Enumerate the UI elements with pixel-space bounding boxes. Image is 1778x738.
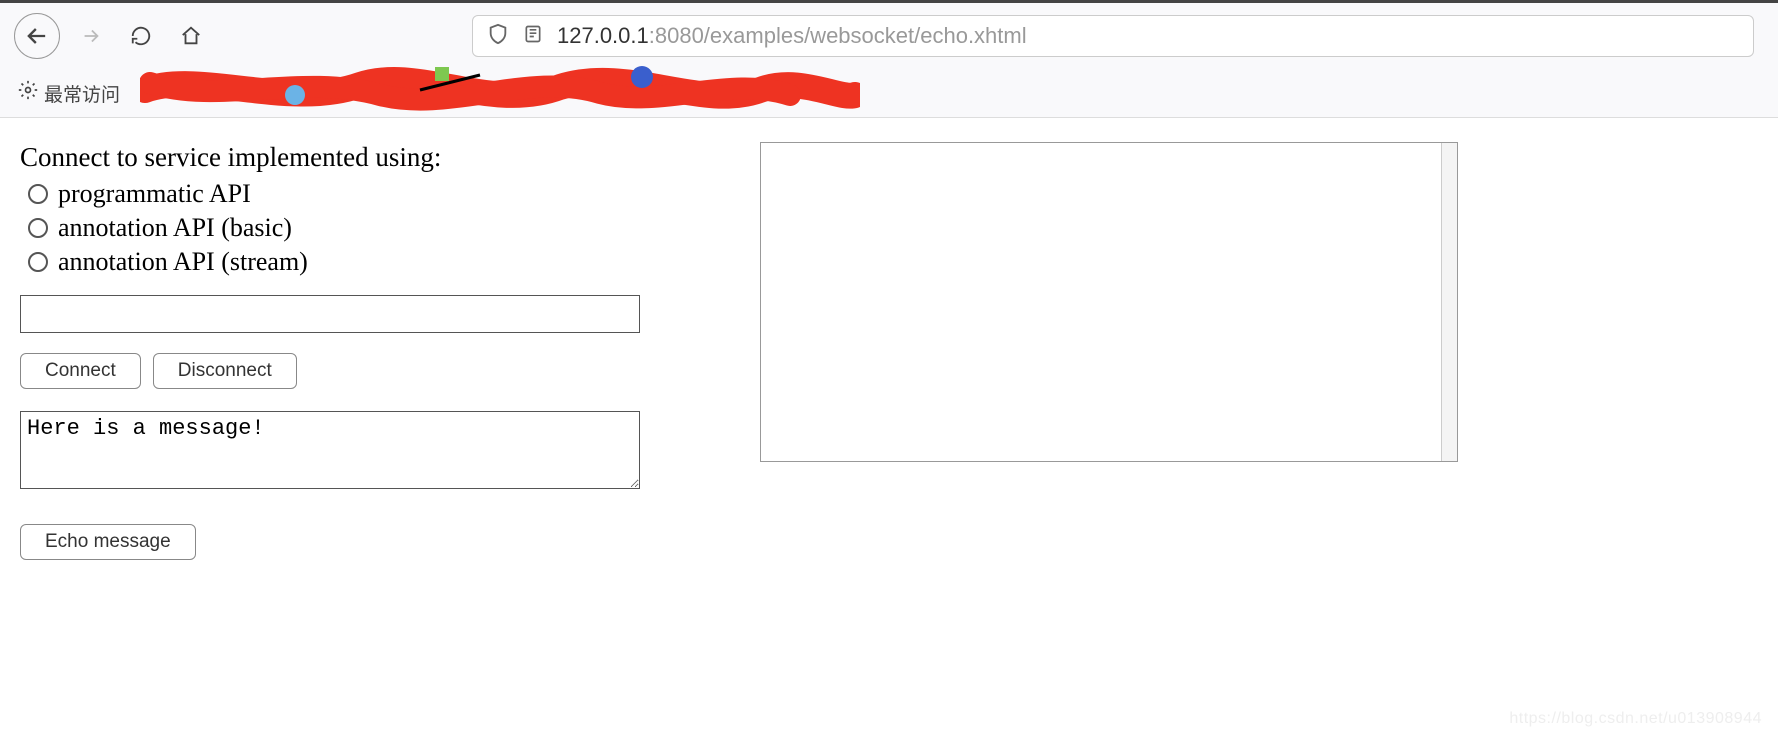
echo-button[interactable]: Echo message	[20, 524, 196, 560]
page-info-icon[interactable]	[523, 24, 543, 49]
bookmarks-bar: 最常访问	[0, 69, 1778, 117]
radio-row-annotation-basic: annotation API (basic)	[28, 213, 660, 243]
url-text: 127.0.0.1:8080/examples/websocket/echo.x…	[557, 23, 1027, 49]
disconnect-button[interactable]: Disconnect	[153, 353, 297, 389]
radio-row-programmatic: programmatic API	[28, 179, 660, 209]
radio-row-annotation-stream: annotation API (stream)	[28, 247, 660, 277]
gear-icon	[18, 80, 38, 106]
browser-chrome: 127.0.0.1:8080/examples/websocket/echo.x…	[0, 3, 1778, 118]
forward-button[interactable]	[72, 17, 110, 55]
connect-buttons: Connect Disconnect	[20, 353, 660, 389]
url-input[interactable]	[20, 295, 640, 333]
url-host: 127.0.0.1	[557, 23, 649, 48]
radio-annotation-stream[interactable]	[28, 252, 48, 272]
radio-programmatic-label[interactable]: programmatic API	[58, 179, 251, 209]
reload-button[interactable]	[122, 17, 160, 55]
shield-icon[interactable]	[487, 23, 509, 50]
redaction-scribble	[140, 65, 860, 115]
message-textarea[interactable]	[20, 411, 640, 489]
bookmark-frequent[interactable]: 最常访问	[18, 80, 120, 107]
radio-annotation-stream-label[interactable]: annotation API (stream)	[58, 247, 308, 277]
radio-annotation-basic[interactable]	[28, 218, 48, 238]
connect-button[interactable]: Connect	[20, 353, 141, 389]
radio-list: programmatic API annotation API (basic) …	[28, 179, 660, 277]
url-bar[interactable]: 127.0.0.1:8080/examples/websocket/echo.x…	[472, 15, 1754, 57]
navigation-bar: 127.0.0.1:8080/examples/websocket/echo.x…	[0, 3, 1778, 69]
url-path: :8080/examples/websocket/echo.xhtml	[649, 23, 1027, 48]
page-content: Connect to service implemented using: pr…	[0, 118, 1778, 584]
output-scrollbar[interactable]	[1441, 143, 1457, 461]
form-column: Connect to service implemented using: pr…	[20, 142, 660, 560]
radio-annotation-basic-label[interactable]: annotation API (basic)	[58, 213, 292, 243]
connect-heading: Connect to service implemented using:	[20, 142, 660, 173]
watermark: https://blog.csdn.net/u013908944	[1509, 710, 1762, 728]
back-button[interactable]	[14, 13, 60, 59]
bookmark-frequent-label: 最常访问	[44, 80, 120, 107]
home-button[interactable]	[172, 17, 210, 55]
output-box	[760, 142, 1458, 462]
radio-programmatic[interactable]	[28, 184, 48, 204]
